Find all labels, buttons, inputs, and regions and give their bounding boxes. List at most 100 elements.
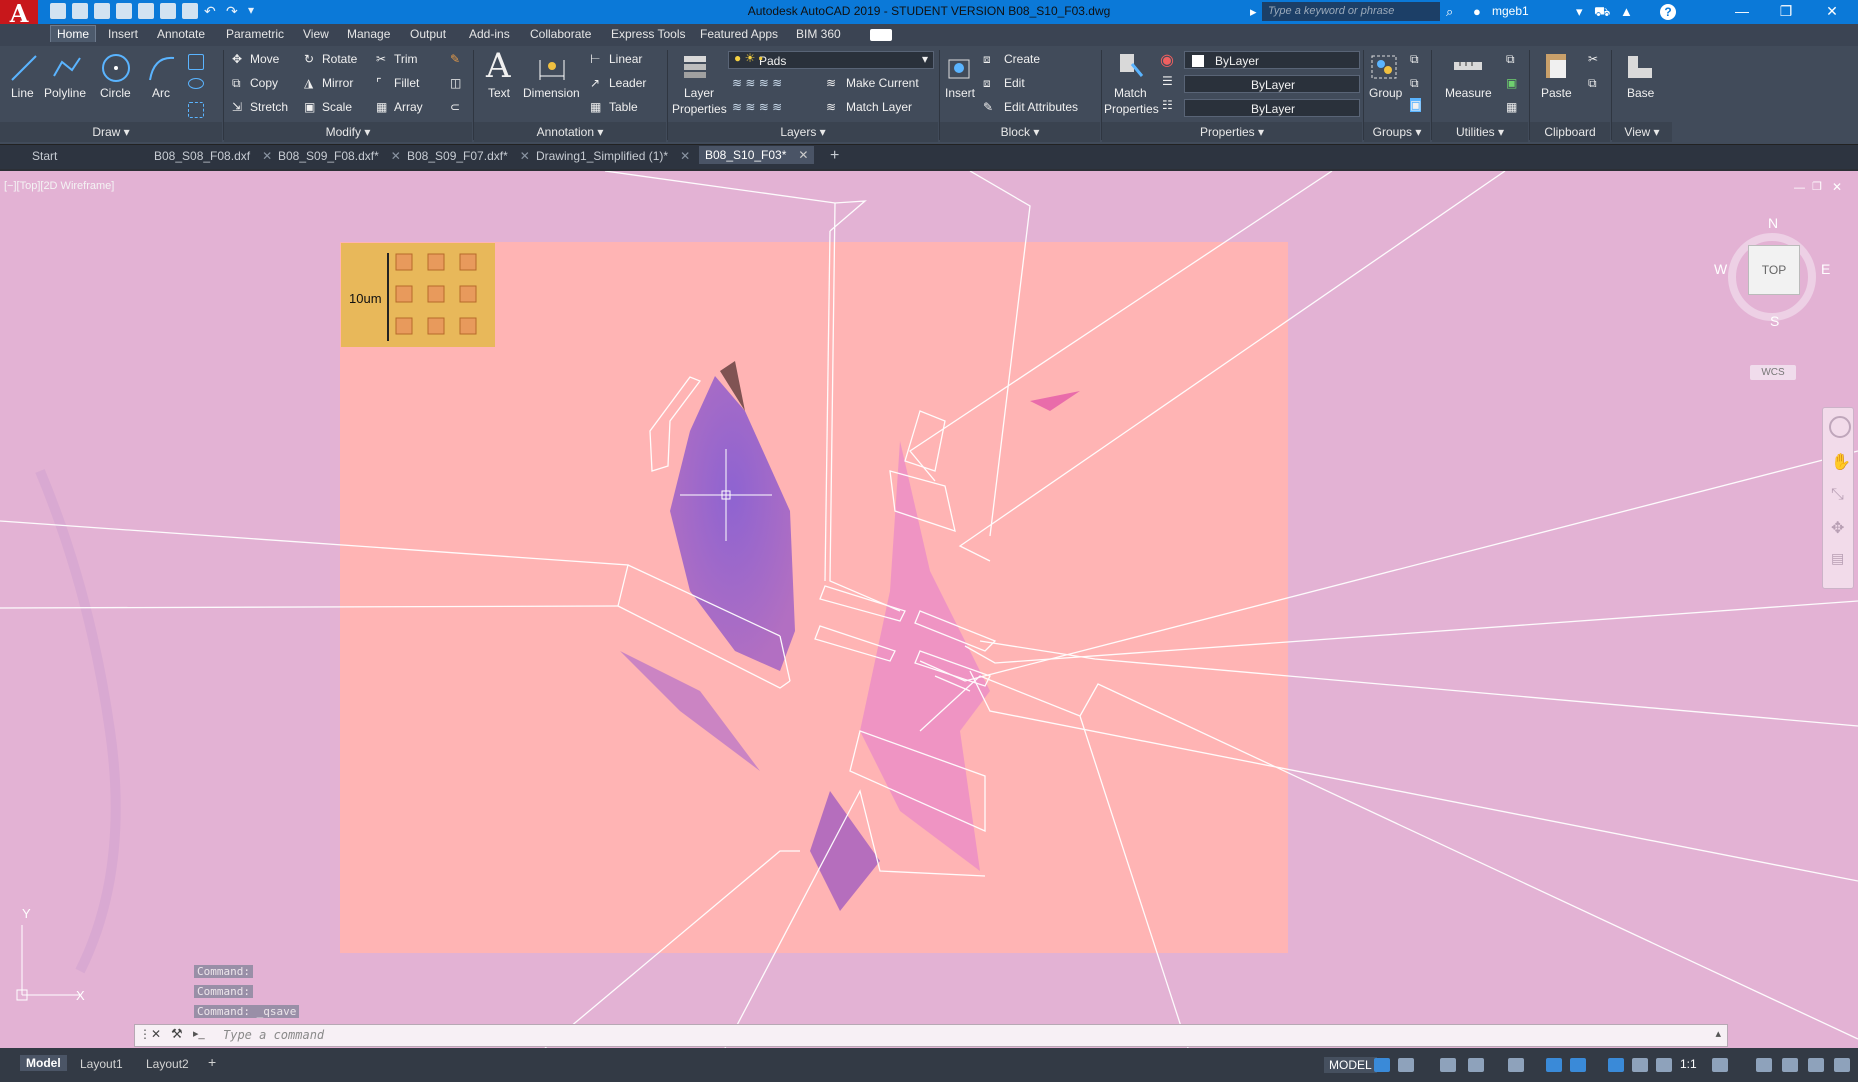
color-dropdown[interactable]: ByLayer bbox=[1184, 51, 1360, 69]
copy-clip-icon[interactable]: ⧉ bbox=[1588, 76, 1597, 91]
layer-properties-icon[interactable] bbox=[680, 50, 712, 82]
layout-tab-layout2[interactable]: Layout2 bbox=[146, 1057, 189, 1071]
viewport-close-icon[interactable]: ✕ bbox=[1832, 180, 1842, 194]
close-icon[interactable]: ✕ bbox=[151, 1027, 161, 1041]
calculator-icon[interactable]: ▦ bbox=[1506, 100, 1517, 114]
viewcube-top-face[interactable]: TOP bbox=[1748, 245, 1800, 295]
rectangle-icon[interactable] bbox=[188, 54, 204, 70]
layout-tab-model[interactable]: Model bbox=[20, 1055, 67, 1071]
annotation-scale-icon[interactable] bbox=[1656, 1058, 1672, 1072]
group-selection-icon[interactable]: ▣ bbox=[1410, 98, 1422, 112]
erase-icon[interactable]: ✎ bbox=[450, 52, 460, 66]
edit-attributes-button[interactable]: Edit Attributes bbox=[1004, 100, 1078, 114]
color-wheel-icon[interactable]: ◉ bbox=[1160, 50, 1174, 70]
layer-tools-icons-row2[interactable]: ≋ ≋ ≋ ≋ bbox=[732, 100, 782, 114]
tab-featured-apps[interactable]: Featured Apps bbox=[700, 27, 778, 41]
layer-properties-label-2[interactable]: Properties bbox=[672, 102, 727, 116]
paste-icon[interactable] bbox=[1540, 50, 1572, 82]
help-icon[interactable]: ? bbox=[1660, 4, 1676, 20]
snap-icon[interactable] bbox=[1398, 1058, 1414, 1072]
annotation-scale-value[interactable]: 1:1 bbox=[1680, 1057, 1697, 1071]
insert-button[interactable]: Insert bbox=[945, 86, 975, 100]
select-all-icon[interactable]: ▣ bbox=[1506, 76, 1517, 90]
tab-bim-360[interactable]: BIM 360 bbox=[796, 27, 841, 41]
viewport-restore-icon[interactable]: ❐ bbox=[1812, 180, 1822, 193]
properties-panel-footer[interactable]: Properties ▾ bbox=[1102, 122, 1362, 142]
draw-panel-footer[interactable]: Draw ▾ bbox=[0, 122, 222, 142]
base-button[interactable]: Base bbox=[1627, 86, 1654, 100]
table-button[interactable]: Table bbox=[609, 100, 638, 114]
clean-screen-icon[interactable] bbox=[1808, 1058, 1824, 1072]
stretch-button[interactable]: Stretch bbox=[250, 100, 288, 114]
fillet-button[interactable]: Fillet bbox=[394, 76, 419, 90]
make-current-button[interactable]: Make Current bbox=[846, 76, 919, 90]
minimize-button[interactable]: — bbox=[1720, 0, 1764, 24]
annotation-visibility-icon[interactable] bbox=[1608, 1058, 1624, 1072]
close-icon[interactable]: ✕ bbox=[391, 149, 401, 163]
tab-view[interactable]: View bbox=[303, 27, 329, 41]
dimension-icon[interactable] bbox=[536, 52, 568, 84]
zoom-extents-icon[interactable]: ⤡ bbox=[1831, 486, 1844, 504]
close-button[interactable]: ✕ bbox=[1810, 0, 1854, 24]
trim-button[interactable]: Trim bbox=[394, 52, 418, 66]
viewport-controls[interactable]: [−][Top][2D Wireframe] bbox=[4, 180, 114, 192]
dimension-button[interactable]: Dimension bbox=[523, 86, 580, 100]
viewcube-south[interactable]: S bbox=[1770, 313, 1779, 329]
file-tab-active[interactable]: B08_S10_F03* ✕ bbox=[699, 146, 815, 164]
layer-tools-icons-row1[interactable]: ≋ ≋ ≋ ≋ bbox=[732, 76, 782, 90]
copy-button[interactable]: Copy bbox=[250, 76, 278, 90]
view-panel-footer[interactable]: View ▾ bbox=[1612, 122, 1672, 142]
gear-icon[interactable] bbox=[1712, 1058, 1728, 1072]
lineweight-dropdown[interactable]: ByLayer bbox=[1184, 99, 1360, 117]
circle-button[interactable]: Circle bbox=[100, 86, 131, 100]
binoculars-icon[interactable]: ⌕ bbox=[1446, 4, 1453, 20]
insert-block-icon[interactable] bbox=[943, 52, 975, 84]
pan-icon[interactable]: ✋ bbox=[1831, 452, 1851, 472]
close-icon[interactable]: ✕ bbox=[798, 148, 808, 162]
tab-parametric[interactable]: Parametric bbox=[226, 27, 284, 41]
ungroup-icon[interactable]: ⧉ bbox=[1410, 52, 1419, 67]
object-snap-icon[interactable] bbox=[1570, 1058, 1586, 1072]
customization-menu-icon[interactable] bbox=[1834, 1058, 1850, 1072]
linetype-dropdown[interactable]: ByLayer bbox=[1184, 75, 1360, 93]
offset-icon[interactable]: ⊂ bbox=[450, 100, 460, 114]
grid-icon[interactable] bbox=[1374, 1058, 1390, 1072]
isodraft-icon[interactable] bbox=[1508, 1058, 1524, 1072]
tab-home[interactable]: Home bbox=[50, 25, 97, 42]
linear-button[interactable]: Linear bbox=[609, 52, 642, 66]
group-edit-icon[interactable]: ⧉ bbox=[1410, 76, 1419, 91]
search-input[interactable]: Type a keyword or phrase bbox=[1262, 2, 1440, 21]
viewcube-west[interactable]: W bbox=[1714, 261, 1727, 277]
clipboard-panel-footer[interactable]: Clipboard bbox=[1530, 122, 1610, 142]
tab-collaborate[interactable]: Collaborate bbox=[530, 27, 591, 41]
match-layer-button[interactable]: Match Layer bbox=[846, 100, 912, 114]
object-snap-tracking-icon[interactable] bbox=[1546, 1058, 1562, 1072]
quick-select-icon[interactable]: ⧉ bbox=[1506, 52, 1515, 67]
layer-properties-label-1[interactable]: Layer bbox=[684, 86, 714, 100]
layout-tab-layout1[interactable]: Layout1 bbox=[80, 1057, 123, 1071]
group-button[interactable]: Group bbox=[1369, 86, 1402, 100]
new-tab-icon[interactable]: + bbox=[830, 147, 839, 165]
viewport-minimize-icon[interactable]: — bbox=[1794, 182, 1805, 194]
command-input[interactable]: Type a command bbox=[223, 1028, 324, 1042]
restore-button[interactable]: ❐ bbox=[1764, 0, 1808, 24]
tab-output[interactable]: Output bbox=[410, 27, 446, 41]
file-tab[interactable]: B08_S08_F08.dxf ✕ bbox=[154, 149, 272, 163]
isolate-objects-icon[interactable] bbox=[1782, 1058, 1798, 1072]
layers-panel-footer[interactable]: Layers ▾ bbox=[668, 122, 938, 142]
a360-icon[interactable]: ▲ bbox=[1620, 4, 1633, 19]
command-prompt-icon[interactable]: ▸_ bbox=[193, 1027, 205, 1040]
tab-manage[interactable]: Manage bbox=[347, 27, 390, 41]
polyline-icon[interactable] bbox=[50, 52, 82, 84]
orbit-icon[interactable]: ✥ bbox=[1831, 518, 1844, 538]
cut-icon[interactable]: ✂ bbox=[1588, 52, 1598, 66]
hatch-icon[interactable] bbox=[188, 102, 204, 118]
ellipse-icon[interactable] bbox=[188, 78, 204, 89]
line-icon[interactable] bbox=[8, 52, 40, 84]
add-layout-icon[interactable]: + bbox=[208, 1054, 216, 1070]
annotation-panel-footer[interactable]: Annotation ▾ bbox=[474, 122, 666, 142]
user-icon[interactable]: ● bbox=[1473, 4, 1481, 19]
file-tab-start[interactable]: Start bbox=[32, 149, 57, 163]
viewcube-north[interactable]: N bbox=[1768, 215, 1778, 231]
tab-annotate[interactable]: Annotate bbox=[157, 27, 205, 41]
